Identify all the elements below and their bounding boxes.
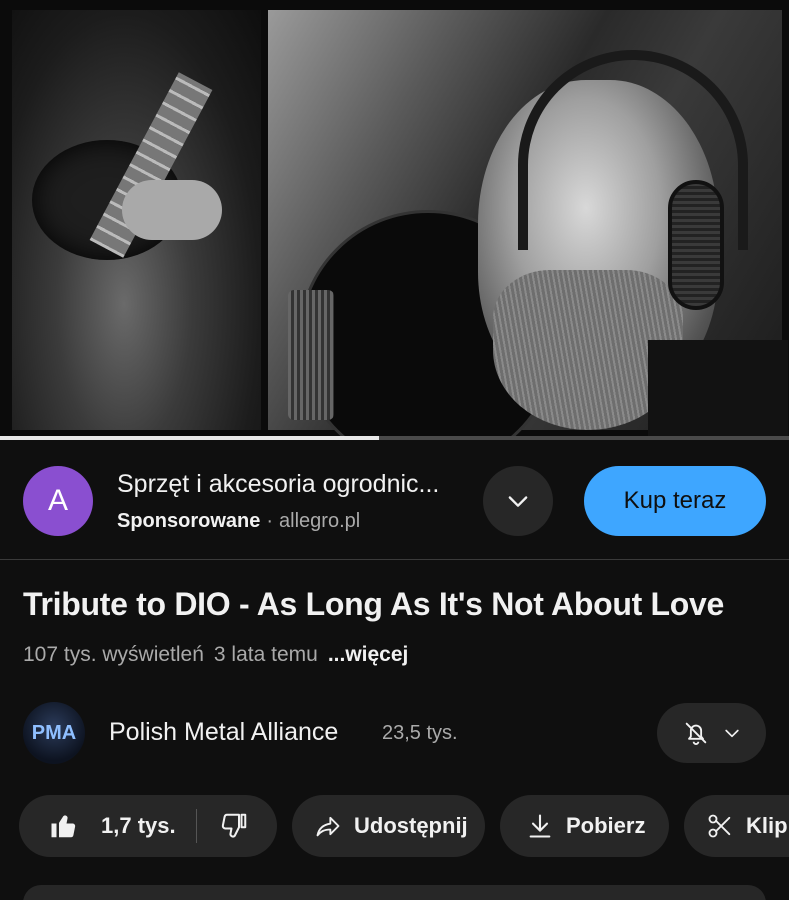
download-button[interactable]: Pobierz [500, 795, 669, 857]
channel-avatar[interactable]: PMA [23, 702, 85, 764]
clip-button[interactable]: Klip [684, 795, 789, 857]
notification-settings-button[interactable] [657, 703, 766, 763]
ad-expand-button[interactable] [483, 466, 553, 536]
subscriber-count: 23,5 tys. [382, 722, 458, 744]
chevron-down-icon [724, 729, 739, 738]
ad-domain: allegro.pl [279, 510, 361, 532]
ad-avatar[interactable]: A [23, 466, 93, 536]
video-meta[interactable]: 107 tys. wyświetleń 3 lata temu ...więcej [23, 643, 418, 667]
ad-title[interactable]: Sprzęt i akcesoria ogrodnic... [117, 470, 477, 499]
chevron-down-icon [508, 496, 528, 507]
channel-avatar-logo: PMA [31, 721, 77, 744]
clip-label: Klip [746, 813, 788, 838]
share-label: Udostępnij [354, 813, 468, 838]
bell-off-icon [685, 722, 706, 745]
dislike-icon[interactable] [219, 811, 249, 841]
share-icon [316, 816, 340, 837]
scissors-icon [708, 814, 731, 838]
ad-sponsored-label: Sponsorowane [117, 510, 261, 532]
download-label: Pobierz [566, 813, 646, 838]
comments-card[interactable] [23, 885, 766, 900]
video-frame-singer [268, 10, 788, 440]
ad-avatar-letter: A [47, 484, 68, 517]
channel-name[interactable]: Polish Metal Alliance [109, 718, 338, 747]
video-title[interactable]: Tribute to DIO - As Long As It's Not Abo… [23, 586, 724, 623]
like-separator [195, 809, 197, 843]
share-button[interactable]: Udostępnij [292, 795, 485, 857]
video-frame-guitarist [12, 10, 261, 430]
download-icon [529, 814, 551, 838]
view-count: 107 tys. wyświetleń [23, 643, 204, 666]
like-dislike-group: 1,7 tys. [19, 795, 277, 857]
video-player[interactable] [0, 0, 789, 440]
more-link[interactable]: ...więcej [328, 643, 409, 666]
ad-meta: Sponsorowane · allegro.pl [117, 510, 360, 533]
ad-separator: · [266, 510, 274, 532]
like-count[interactable]: 1,7 tys. [101, 813, 176, 839]
upload-age: 3 lata temu [213, 643, 318, 666]
like-icon[interactable] [49, 811, 79, 841]
ad-cta-button[interactable]: Kup teraz [584, 466, 766, 536]
